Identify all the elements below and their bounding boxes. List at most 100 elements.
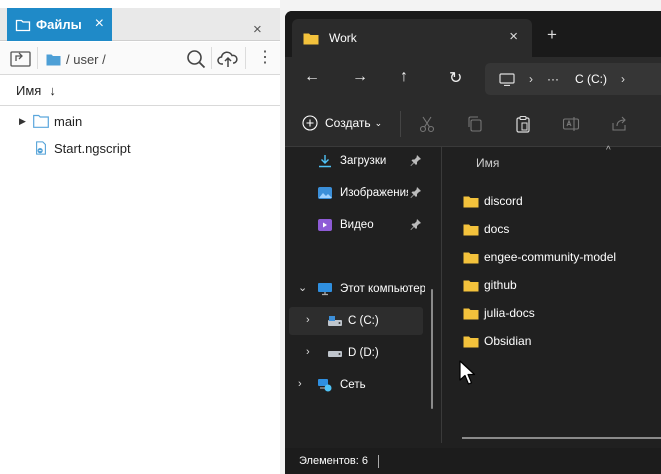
chevron-right-icon[interactable]: › [306, 314, 310, 326]
drive-c-icon [328, 316, 342, 326]
file-row[interactable]: github [442, 271, 661, 299]
back-arrow-icon[interactable]: ← [304, 68, 320, 86]
explorer-titlebar: Work × + [285, 11, 661, 57]
file-browser-panel: Файлы × × / user / ⋮ Имя ↓ ▶ main Start.… [0, 0, 280, 474]
mouse-cursor-icon [459, 360, 476, 385]
folder-icon [15, 19, 31, 31]
file-name: github [484, 278, 517, 292]
pictures-icon [318, 187, 332, 199]
address-drive-label[interactable]: C (C:) [575, 72, 607, 86]
tree-item-label: Start.ngscript [54, 140, 131, 156]
toolbar-divider [37, 47, 38, 69]
nav-pane-scrollbar[interactable] [431, 289, 433, 409]
chevron-right-icon[interactable]: › [529, 72, 533, 86]
folder-icon [463, 336, 479, 347]
sort-down-icon[interactable]: ↓ [49, 83, 56, 98]
name-column-label: Имя [476, 156, 500, 170]
pin-icon[interactable] [410, 154, 422, 166]
pin-icon[interactable] [410, 218, 422, 230]
search-icon[interactable] [186, 49, 206, 69]
name-column-header[interactable]: Имя ↓ [0, 76, 280, 106]
tree-item-main[interactable]: ▶ main [0, 109, 280, 133]
file-row[interactable]: julia-docs [442, 299, 661, 327]
commandbar-divider [400, 111, 401, 137]
expand-arrow-icon[interactable]: ▶ [19, 116, 33, 127]
horizontal-scrollbar[interactable] [462, 437, 661, 439]
network-icon [318, 379, 332, 392]
file-row[interactable]: docs [442, 215, 661, 243]
file-name: discord [484, 194, 523, 208]
explorer-navbar: ← → ↑ ↻ › ··· C (C:) › [285, 57, 661, 101]
explorer-window: Work × + ← → ↑ ↻ › ··· C (C:) › Создать [285, 11, 661, 474]
folder-icon [463, 280, 479, 291]
close-tab-icon[interactable]: × [509, 28, 518, 45]
chevron-down-icon[interactable]: ⌄ [298, 281, 307, 294]
cut-icon[interactable] [418, 115, 436, 133]
path-breadcrumb[interactable]: / user / [40, 46, 210, 72]
tree-item-label: main [54, 113, 83, 129]
nav-item-label: C (C:) [348, 315, 379, 327]
file-row[interactable]: Obsidian [442, 327, 661, 355]
monitor-icon [499, 72, 515, 86]
panel-toolbar: / user / ⋮ [0, 42, 280, 75]
nav-item-drive-c[interactable]: › C (C:) [289, 307, 423, 335]
nav-item-network[interactable]: › Сеть [285, 371, 441, 399]
nav-item-downloads[interactable]: Загрузки [285, 147, 441, 175]
explorer-tab-work[interactable]: Work × [292, 19, 532, 57]
pin-icon[interactable] [410, 186, 422, 198]
chevron-right-icon[interactable]: › [298, 378, 302, 390]
copy-icon[interactable] [466, 115, 484, 133]
parent-folder-icon[interactable] [9, 48, 33, 70]
status-divider [377, 454, 379, 468]
file-name: Obsidian [484, 334, 532, 348]
rename-icon[interactable] [562, 115, 580, 133]
name-column-header[interactable]: Имя ^ [442, 145, 661, 175]
address-bar[interactable]: › ··· C (C:) › [485, 63, 661, 95]
folder-icon [463, 308, 479, 319]
refresh-icon[interactable]: ↻ [449, 68, 462, 88]
up-arrow-icon[interactable]: ↑ [400, 68, 408, 86]
folder-icon [463, 196, 479, 207]
share-icon[interactable] [610, 115, 628, 133]
script-file-icon [36, 141, 46, 155]
toolbar-divider [211, 47, 212, 69]
file-row[interactable]: discord [442, 187, 661, 215]
file-row[interactable]: engee-community-model [442, 243, 661, 271]
toolbar-divider [245, 47, 246, 69]
nav-item-label: Этот компьютер [340, 283, 425, 295]
tree-item-start-ngscript[interactable]: Start.ngscript [0, 136, 280, 160]
close-tab-icon[interactable]: × [95, 15, 104, 33]
hidden-path-ellipsis[interactable]: ··· [547, 72, 559, 86]
files-tab-label: Файлы [36, 17, 82, 32]
name-column-label: Имя [16, 83, 42, 98]
panel-tabbar: Файлы × × [0, 8, 280, 41]
folder-icon [303, 33, 319, 44]
nav-item-drive-d[interactable]: › D (D:) [285, 339, 441, 367]
file-name: docs [484, 222, 510, 236]
chevron-right-icon[interactable]: › [306, 346, 310, 358]
paste-icon[interactable] [514, 115, 532, 133]
create-label: Создать [325, 116, 371, 130]
explorer-tab-title: Work [329, 31, 357, 45]
forward-arrow-icon[interactable]: → [352, 68, 368, 86]
upload-cloud-icon[interactable] [217, 49, 239, 69]
nav-item-label: Изображения [340, 187, 408, 199]
download-icon [319, 155, 331, 168]
files-tab[interactable]: Файлы × [7, 8, 112, 41]
nav-item-label: Сеть [340, 379, 366, 391]
more-options-icon[interactable]: ⋮ [257, 49, 273, 67]
video-icon [318, 219, 332, 231]
sort-indicator-icon: ^ [606, 145, 611, 156]
close-panel-icon[interactable]: × [253, 21, 262, 38]
path-text: / user / [66, 51, 106, 67]
nav-item-pictures[interactable]: Изображения [285, 179, 441, 207]
nav-item-label: Видео [340, 219, 374, 231]
nav-item-video[interactable]: Видео [285, 211, 441, 239]
create-new-button[interactable]: Создать ⌄ [302, 115, 382, 131]
file-name: julia-docs [484, 306, 535, 320]
chevron-right-icon[interactable]: › [621, 72, 625, 86]
new-tab-icon[interactable]: + [547, 25, 557, 45]
navigation-pane: Загрузки Изображения Видео ⌄ Этот компью… [285, 147, 441, 455]
file-name: engee-community-model [484, 250, 617, 264]
nav-item-this-pc[interactable]: ⌄ Этот компьютер [285, 275, 441, 303]
